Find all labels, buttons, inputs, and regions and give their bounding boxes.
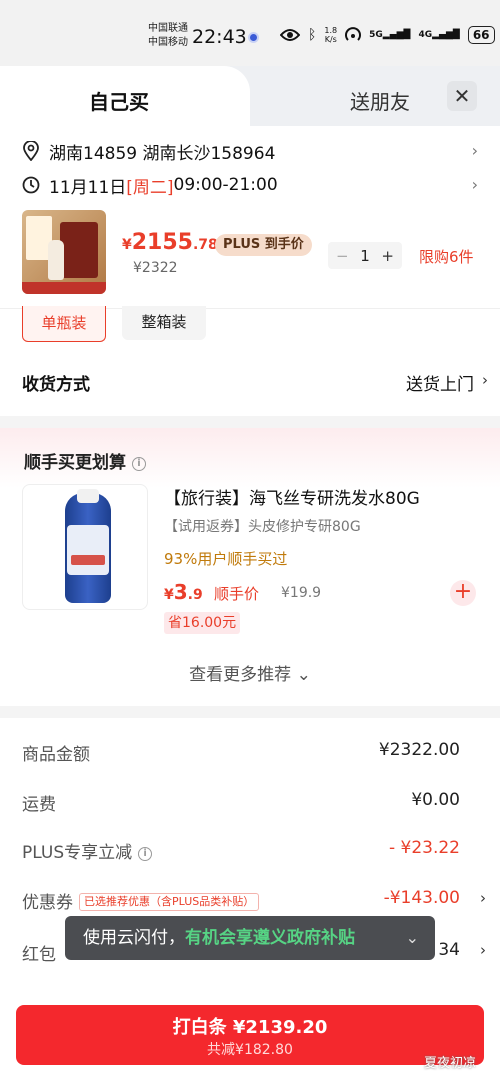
signal-5g-icon: 5G▂▄▆█: [369, 30, 411, 40]
upsell-product-subtitle: 【试用返券】头皮修护专研80G: [164, 519, 361, 535]
pay-button-label: 打白条 ¥2139.20: [172, 1017, 328, 1038]
increase-button[interactable]: +: [381, 247, 394, 265]
add-upsell-button[interactable]: +: [450, 580, 476, 606]
tab-self-buy[interactable]: 自己买: [0, 66, 250, 126]
upsell-product-name[interactable]: 【旅行装】海飞丝专研洗发水80G: [164, 484, 420, 509]
upsell-card: 顺手买更划算 i 【旅行装】海飞丝专研洗发水80G 【试用返券】头皮修护专研80G…: [0, 428, 500, 706]
delivery-time-row[interactable]: 11月11日 [周二] 09:00-21:00 ›: [22, 170, 482, 200]
carrier-2: 中国移动: [148, 37, 188, 48]
status-icons: ᛒ 1.8K/s 5G▂▄▆█ 4G▂▄▆█ 66 ϟ: [280, 26, 500, 44]
clock-icon: [22, 176, 40, 194]
delivery-weekday: [周二]: [126, 177, 174, 198]
network-speed: 1.8 K/s: [324, 26, 338, 44]
address-row[interactable]: 湖南14859 湖南长沙158964 ›: [22, 136, 482, 166]
plus-price: ¥2155.78: [122, 230, 218, 255]
chevron-right-icon: ›: [471, 175, 478, 194]
plus-discount-row: PLUS专享立减 i - ¥23.22: [22, 838, 460, 863]
eye-icon: [280, 29, 300, 41]
status-time: 22:43: [192, 26, 247, 48]
delivery-date: 11月11日: [49, 177, 127, 198]
upsell-buyers-rate: 93%用户顺手买过: [164, 550, 288, 568]
upsell-savings-badge: 省16.00元: [164, 612, 241, 634]
hotspot-icon: [345, 27, 362, 41]
purchase-limit: 限购6件: [419, 248, 474, 266]
status-bar: 中国联通 中国移动 22:43 ᛒ 1.8 K/s 5G▂▄▆█ 4G▂▄▆█ 6…: [0, 0, 500, 66]
freight-row: 运费 ¥0.00: [22, 790, 460, 815]
payment-promo-toast[interactable]: 使用云闪付，有机会享遵义政府补贴 ⌄: [65, 916, 435, 960]
freight-value: ¥0.00: [411, 790, 460, 810]
upsell-price-tag: 顺手价: [214, 585, 260, 603]
more-recommendations-link[interactable]: 查看更多推荐 ⌄: [0, 660, 500, 685]
info-icon[interactable]: i: [132, 457, 146, 471]
close-button[interactable]: ✕: [447, 81, 477, 111]
plus-discount-value: - ¥23.22: [388, 838, 460, 858]
coupon-row[interactable]: 优惠券 已选推荐优惠（含PLUS品类补贴） -¥143.00: [22, 888, 460, 916]
info-icon[interactable]: i: [138, 847, 153, 861]
carrier-1: 中国联通: [148, 23, 188, 34]
quantity-value[interactable]: 1: [360, 247, 370, 265]
chevron-right-icon[interactable]: ›: [480, 889, 486, 907]
upsell-title: 顺手买更划算 i: [24, 448, 146, 473]
pay-button-savings: 共减¥182.80: [207, 1042, 293, 1058]
chevron-right-icon[interactable]: ›: [482, 371, 488, 389]
pay-button[interactable]: 打白条 ¥2139.20 共减¥182.80: [16, 1005, 484, 1065]
signal-4g-icon: 4G▂▄▆█: [418, 30, 460, 40]
goods-amount-value: ¥2322.00: [378, 740, 460, 760]
chevron-down-icon[interactable]: ⌄: [406, 916, 419, 960]
pack-option-box[interactable]: 整箱装: [122, 306, 206, 340]
upsell-product-image[interactable]: [22, 484, 148, 610]
bluetooth-icon: ᛒ: [308, 27, 317, 43]
coupon-tag: 已选推荐优惠（含PLUS品类补贴）: [79, 893, 260, 911]
pack-option-single[interactable]: 单瓶装: [22, 306, 106, 342]
upsell-price: ¥3.9: [164, 580, 203, 604]
chevron-right-icon: ›: [471, 141, 478, 160]
purchase-mode-tabs: 自己买 送朋友 ✕: [0, 66, 500, 126]
order-card: 湖南14859 湖南长沙158964 › 11月11日 [周二] 09:00-2…: [0, 126, 500, 416]
notification-dot-icon: [248, 32, 259, 43]
coupon-value: -¥143.00: [383, 888, 460, 908]
chevron-right-icon[interactable]: ›: [480, 941, 486, 959]
carrier-names: 中国联通 中国移动: [148, 22, 188, 50]
goods-amount-row: 商品金额 ¥2322.00: [22, 740, 460, 765]
shipping-method-value[interactable]: 送货上门: [406, 370, 474, 395]
tab-gift[interactable]: 送朋友: [350, 86, 410, 115]
location-pin-icon: [23, 141, 39, 161]
plus-price-badge: PLUS 到手价: [215, 234, 312, 256]
product-image[interactable]: [22, 210, 106, 294]
decrease-button[interactable]: −: [336, 247, 349, 265]
delivery-hours: 09:00-21:00: [173, 175, 278, 195]
quantity-stepper: − 1 +: [328, 242, 402, 269]
watermark: 夏夜初凉: [424, 1056, 477, 1071]
original-price: ¥2322: [133, 260, 178, 276]
shipping-method-label: 收货方式: [22, 375, 90, 395]
upsell-original-price: ¥19.9: [281, 585, 322, 601]
address-text: 湖南14859 湖南长沙158964: [49, 143, 276, 164]
red-packet-value: 34: [438, 940, 460, 960]
battery-icon: 66: [467, 26, 495, 44]
